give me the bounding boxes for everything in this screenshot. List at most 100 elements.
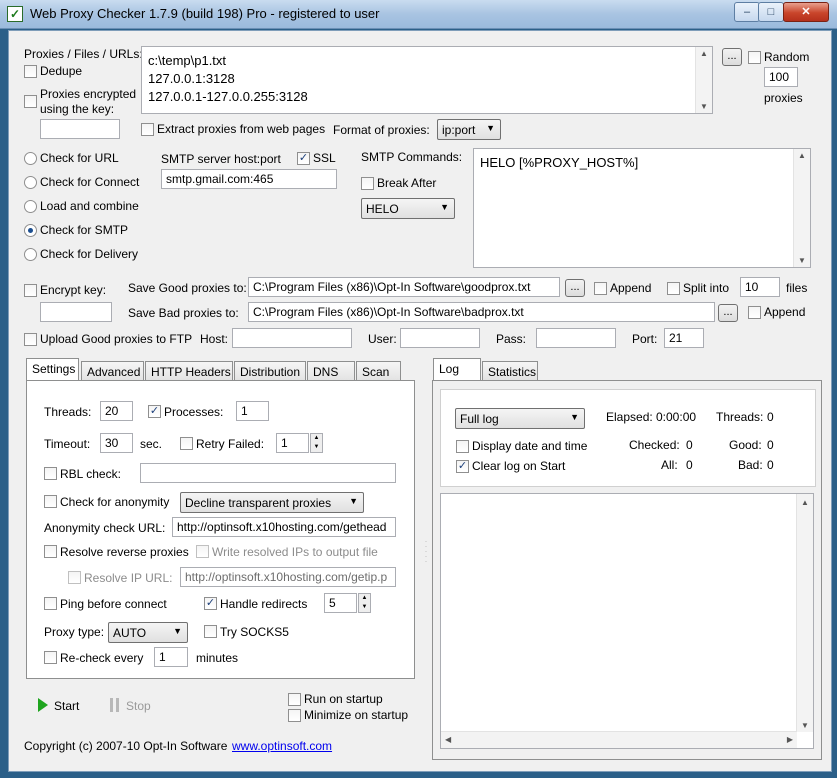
start-button[interactable]: Start [54, 699, 79, 713]
display-date-checkbox[interactable] [456, 440, 469, 453]
browse-proxies-button[interactable]: ... [722, 48, 742, 66]
ftp-user-input[interactable] [400, 328, 480, 348]
timeout-input[interactable]: 30 [100, 433, 133, 453]
radio-check-smtp[interactable] [24, 224, 37, 237]
retry-spinner[interactable]: ▲ ▼ [310, 433, 323, 453]
rbl-input[interactable] [140, 463, 396, 483]
encrypt-key-input[interactable] [40, 302, 112, 322]
anon-url-input[interactable]: http://optinsoft.x10hosting.com/gethead [172, 517, 396, 537]
resolve-ip-url-input[interactable]: http://optinsoft.x10hosting.com/getip.p [180, 567, 396, 587]
log-mode-select[interactable]: Full log ▼ [455, 408, 585, 429]
pause-icon [116, 698, 119, 712]
log-vscrollbar[interactable]: ▲ ▼ [796, 494, 813, 732]
redirects-input[interactable]: 5 [324, 593, 357, 613]
recheck-input[interactable]: 1 [154, 647, 188, 667]
bad-path-input[interactable]: C:\Program Files (x86)\Opt-In Software\b… [248, 302, 715, 322]
encrypt-key-checkbox[interactable] [24, 284, 37, 297]
dedupe-checkbox[interactable] [24, 65, 37, 78]
all-label: All: [661, 458, 678, 472]
tab-log[interactable]: Log [433, 358, 481, 381]
proxy-type-label: Proxy type: [44, 625, 105, 639]
elapsed-label: Elapsed: [606, 410, 653, 424]
break-command-select[interactable]: HELO ▼ [361, 198, 455, 219]
radio-load-combine[interactable] [24, 200, 37, 213]
recheck-checkbox[interactable] [44, 651, 57, 664]
minimize-startup-label: Minimize on startup [304, 708, 409, 722]
browse-bad-button[interactable]: ... [718, 304, 738, 322]
clear-log-checkbox[interactable]: ✓ [456, 460, 469, 473]
log-mode-value: Full log [460, 412, 499, 426]
proxy-type-select[interactable]: AUTO ▼ [108, 622, 188, 643]
tab-advanced[interactable]: Advanced [81, 361, 144, 381]
ftp-port-input[interactable]: 21 [664, 328, 704, 348]
run-startup-checkbox[interactable] [288, 693, 301, 706]
anonymity-checkbox[interactable] [44, 495, 57, 508]
key-input[interactable] [40, 119, 120, 139]
commands-scrollbar[interactable]: ▲ ▼ [793, 149, 810, 267]
format-select[interactable]: ip:port ▼ [437, 119, 501, 140]
good-path-input[interactable]: C:\Program Files (x86)\Opt-In Software\g… [248, 277, 560, 297]
browse-good-button[interactable]: ... [565, 279, 585, 297]
append-bad-checkbox[interactable] [748, 306, 761, 319]
redirects-label: Handle redirects [220, 597, 308, 611]
ftp-pass-input[interactable] [536, 328, 616, 348]
random-count-input[interactable]: 100 [764, 67, 798, 87]
elapsed-value: 0:00:00 [656, 410, 697, 424]
tab-distribution[interactable]: Distribution [234, 361, 306, 381]
proxies-memo[interactable]: c:\temp\p1.txt 127.0.0.1:3128 127.0.0.1-… [141, 46, 713, 114]
upload-ftp-checkbox[interactable] [24, 333, 37, 346]
play-icon[interactable] [38, 698, 48, 712]
radio-check-url[interactable] [24, 152, 37, 165]
anonymity-mode-select[interactable]: Decline transparent proxies ▼ [180, 492, 364, 513]
anonymity-label: Check for anonymity [60, 495, 170, 509]
log-output[interactable]: ▲ ▼ ◀ ▶ [440, 493, 814, 749]
retry-input[interactable]: 1 [276, 433, 309, 453]
rbl-checkbox[interactable] [44, 467, 57, 480]
retry-checkbox[interactable] [180, 437, 193, 450]
tab-dns[interactable]: DNS [307, 361, 355, 381]
tab-scan[interactable]: Scan [356, 361, 401, 381]
extract-checkbox[interactable] [141, 123, 154, 136]
ssl-checkbox[interactable]: ✓ [297, 152, 310, 165]
log-hscrollbar[interactable]: ◀ ▶ [441, 731, 797, 748]
append-good-checkbox[interactable] [594, 282, 607, 295]
radio-check-delivery[interactable] [24, 248, 37, 261]
timeout-label: Timeout: [44, 437, 91, 451]
processes-input[interactable]: 1 [236, 401, 269, 421]
encrypted-checkbox[interactable] [24, 95, 37, 108]
tab-http-headers[interactable]: HTTP Headers [145, 361, 233, 381]
extract-label: Extract proxies from web pages [157, 122, 326, 136]
run-startup-label: Run on startup [304, 692, 383, 706]
stop-button[interactable]: Stop [126, 699, 151, 713]
splitter-handle[interactable]: · · · · · [425, 539, 429, 565]
close-button[interactable]: ✕ [783, 2, 829, 22]
split-into-checkbox[interactable] [667, 282, 680, 295]
ssl-label: SSL [313, 151, 336, 165]
ftp-host-input[interactable] [232, 328, 352, 348]
website-link[interactable]: www.optinsoft.com [232, 739, 332, 753]
ping-checkbox[interactable] [44, 597, 57, 610]
resolve-ip-checkbox[interactable] [68, 571, 81, 584]
maximize-button[interactable]: □ [758, 2, 784, 22]
ftp-port-label: Port: [632, 332, 658, 346]
encrypt-key-label: Encrypt key: [40, 283, 107, 297]
tab-statistics[interactable]: Statistics [482, 361, 538, 381]
random-checkbox[interactable] [748, 51, 761, 64]
smtp-commands-memo[interactable]: HELO [%PROXY_HOST%] ▲ ▼ [473, 148, 811, 268]
app-check-icon: ✓ [7, 6, 23, 22]
processes-checkbox[interactable]: ✓ [148, 405, 161, 418]
threads-input[interactable]: 20 [100, 401, 133, 421]
redirects-spinner[interactable]: ▲ ▼ [358, 593, 371, 613]
tab-settings[interactable]: Settings [26, 358, 79, 381]
minimize-startup-checkbox[interactable] [288, 709, 301, 722]
minimize-button[interactable]: – [734, 2, 760, 22]
smtp-host-input[interactable]: smtp.gmail.com:465 [161, 169, 337, 189]
radio-check-connect[interactable] [24, 176, 37, 189]
split-count-input[interactable]: 10 [740, 277, 780, 297]
break-after-checkbox[interactable] [361, 177, 374, 190]
resolve-reverse-checkbox[interactable] [44, 545, 57, 558]
write-resolved-checkbox[interactable] [196, 545, 209, 558]
redirects-checkbox[interactable]: ✓ [204, 597, 217, 610]
socks5-checkbox[interactable] [204, 625, 217, 638]
memo-scrollbar[interactable]: ▲ ▼ [695, 47, 712, 113]
